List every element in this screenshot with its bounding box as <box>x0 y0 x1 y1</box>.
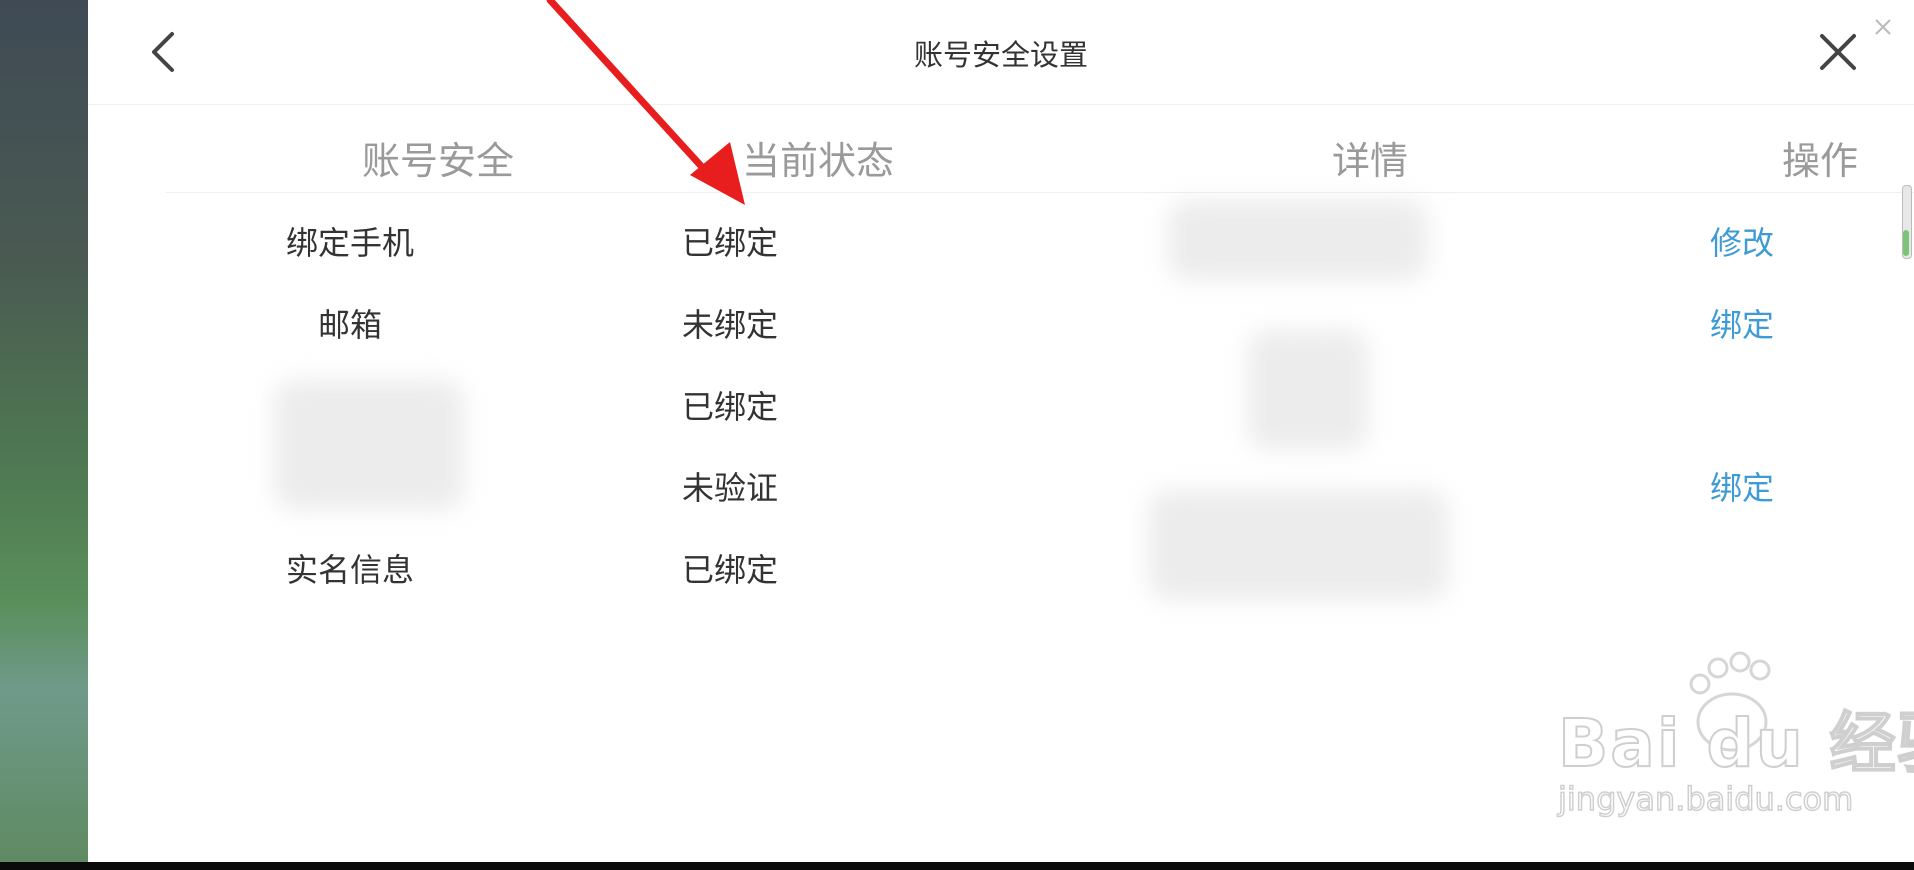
redacted-detail-realname <box>1148 490 1448 600</box>
column-header-detail: 详情 <box>1331 139 1409 183</box>
background-app-strip <box>0 0 88 862</box>
modify-phone-link[interactable]: 修改 <box>1710 218 1774 264</box>
row-3-status: 已绑定 <box>681 388 779 426</box>
row-phone-status: 已绑定 <box>681 224 779 262</box>
baidu-jingyan-watermark: Bai du 经验 jingyan.baidu.com <box>1548 650 1914 830</box>
redacted-detail-phone <box>1168 200 1428 280</box>
column-header-action: 操作 <box>1781 139 1859 183</box>
row-4-status: 未验证 <box>681 469 779 507</box>
redacted-detail-middle <box>1248 330 1368 450</box>
dialog-header: 账号安全设置 <box>88 0 1914 105</box>
close-button[interactable] <box>1810 22 1866 82</box>
dialog-title: 账号安全设置 <box>913 38 1088 72</box>
row-email-name: 邮箱 <box>317 306 383 344</box>
bind-email-link[interactable]: 绑定 <box>1710 300 1774 346</box>
column-header-account: 账号安全 <box>361 139 515 183</box>
scrollbar-thumb[interactable] <box>1903 230 1909 256</box>
row-email-status: 未绑定 <box>681 306 779 344</box>
account-security-dialog: 账号安全设置 账号安全 当前状态 详情 操作 绑定手机 已绑定 修改 邮箱 未绑… <box>88 0 1914 862</box>
window-close-button[interactable] <box>1872 16 1894 38</box>
row-realname-status: 已绑定 <box>681 551 779 589</box>
redacted-account-names <box>274 380 464 510</box>
table-header: 账号安全 当前状态 详情 操作 <box>166 104 1914 193</box>
close-icon <box>1875 19 1891 35</box>
row-realname-name: 实名信息 <box>285 551 415 589</box>
bind-row-4-link[interactable]: 绑定 <box>1710 463 1774 509</box>
close-icon <box>1820 34 1856 70</box>
row-phone-name: 绑定手机 <box>285 224 415 262</box>
bottom-edge <box>0 862 1914 870</box>
column-header-status: 当前状态 <box>741 139 895 183</box>
watermark-brand: Bai du 经验 <box>1557 704 1914 783</box>
watermark-url: jingyan.baidu.com <box>1557 779 1854 819</box>
